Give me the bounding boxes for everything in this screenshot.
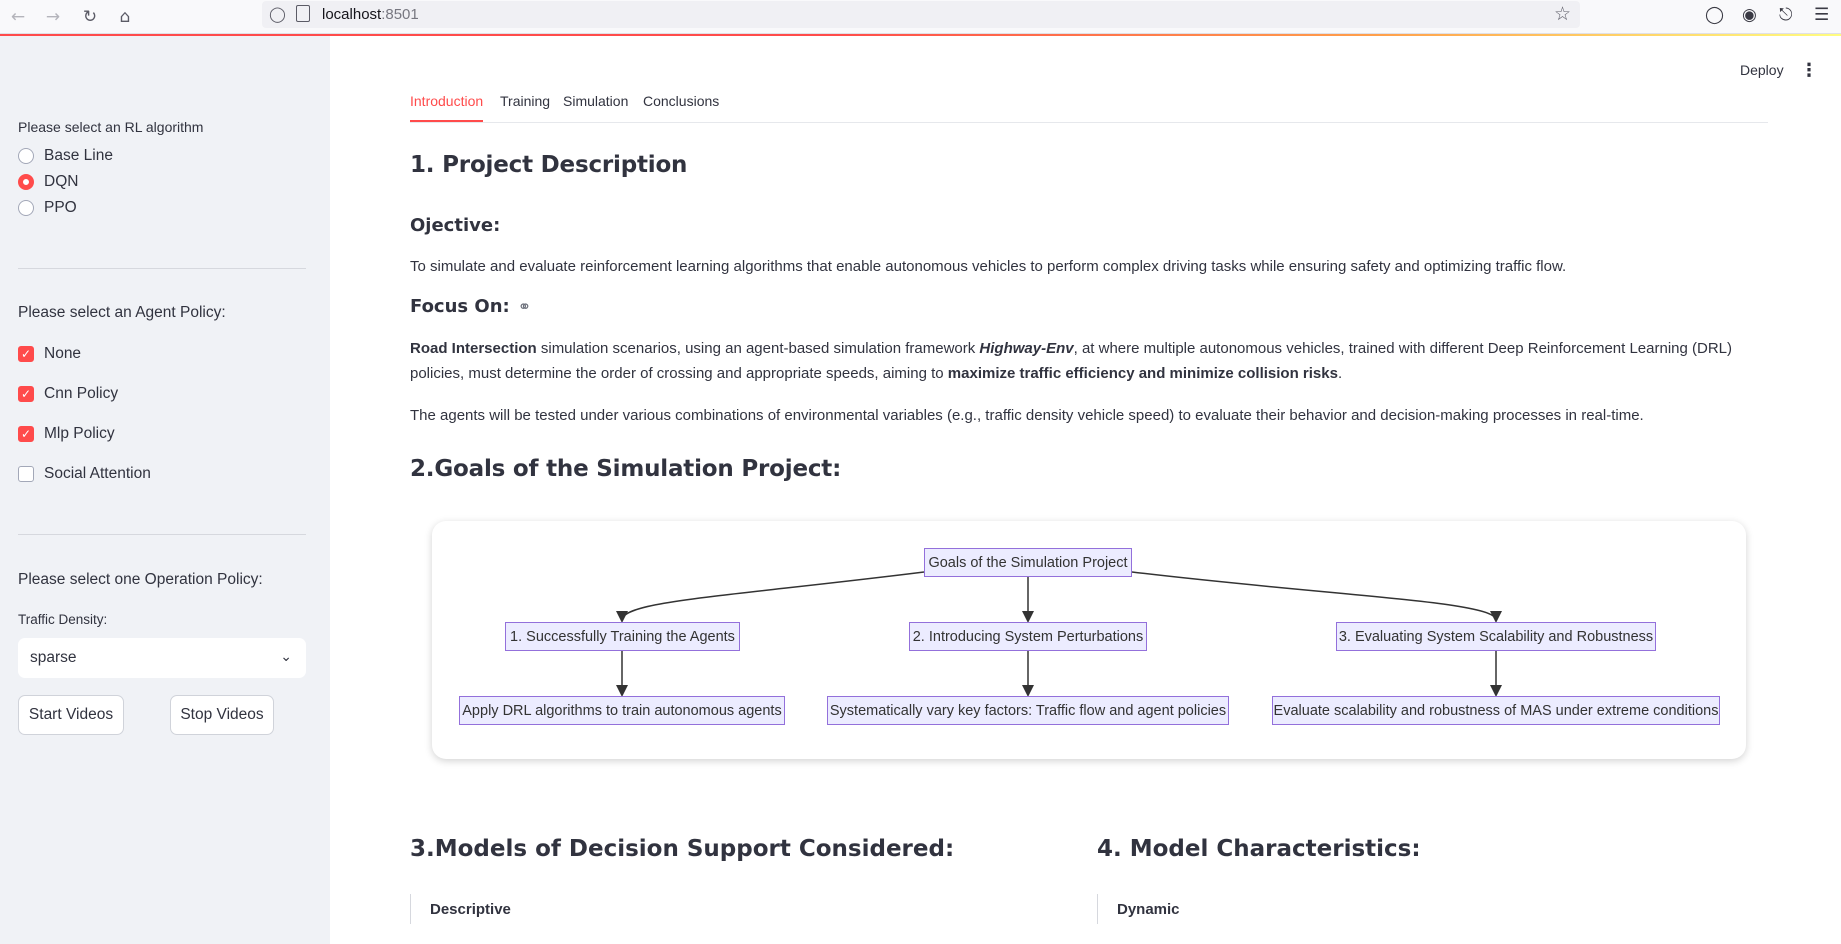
account-icon[interactable]: ◉	[1742, 5, 1757, 25]
model-item: Descriptive	[410, 894, 511, 924]
bookmark-star-icon[interactable]: ☆	[1554, 3, 1571, 25]
diagram-detail-node: Evaluate scalability and robustness of M…	[1272, 696, 1720, 725]
checkbox-box[interactable]	[18, 466, 34, 482]
sidebar-divider	[18, 268, 306, 269]
radio-ppo[interactable]: PPO	[18, 199, 77, 217]
diagram-detail-node: Apply DRL algorithms to train autonomous…	[459, 696, 785, 725]
checkbox-label: Mlp Policy	[44, 425, 115, 442]
stop-videos-button[interactable]: Stop Videos	[170, 695, 274, 735]
tab-simulation[interactable]: Simulation	[563, 93, 628, 109]
extensions-icon[interactable]: ⎋	[1779, 5, 1792, 25]
radio-button[interactable]	[18, 174, 34, 190]
focus-text: Road Intersection simulation scenarios, …	[410, 340, 1733, 382]
characteristic-item: Dynamic	[1097, 894, 1180, 924]
checkbox-none[interactable]: ✓ None	[18, 345, 81, 363]
sidebar-divider	[18, 534, 306, 535]
goals-diagram: Goals of the Simulation Project 1. Succe…	[432, 521, 1746, 759]
page-icon	[296, 5, 310, 22]
pocket-icon[interactable]: ◯	[1705, 5, 1724, 25]
start-videos-button[interactable]: Start Videos	[18, 695, 124, 735]
radio-label: PPO	[44, 199, 77, 216]
radio-label: DQN	[44, 173, 79, 190]
tab-conclusions[interactable]: Conclusions	[643, 93, 719, 109]
menu-icon[interactable]: ☰	[1814, 5, 1829, 25]
browser-toolbar: ← → ↻ ⌂ ◯ localhost:8501 ☆ ◯ ◉ ⎋ ☰	[0, 0, 1841, 34]
more-options-icon[interactable]: ⋮	[1800, 60, 1818, 81]
section-title: 2.Goals of the Simulation Project:	[410, 456, 842, 482]
radio-label: Base Line	[44, 147, 113, 164]
checkbox-label: Cnn Policy	[44, 385, 119, 402]
radio-dqn[interactable]: DQN	[18, 173, 78, 191]
radio-button[interactable]	[18, 200, 34, 216]
reload-icon[interactable]: ↻	[78, 5, 102, 29]
checkbox-social-attention[interactable]: Social Attention	[18, 465, 151, 483]
check-icon[interactable]: ✓	[18, 386, 34, 402]
link-icon[interactable]: ⚭	[518, 297, 531, 316]
checkbox-cnn-policy[interactable]: ✓ Cnn Policy	[18, 385, 118, 403]
diagram-root-node: Goals of the Simulation Project	[924, 548, 1132, 577]
check-icon[interactable]: ✓	[18, 426, 34, 442]
url-bar[interactable]	[262, 1, 1580, 28]
section-title: 4. Model Characteristics:	[1097, 836, 1421, 862]
traffic-density-select[interactable]: sparse ⌄	[18, 638, 306, 678]
chevron-down-icon: ⌄	[280, 648, 292, 664]
objective-text: To simulate and evaluate reinforcement l…	[410, 258, 1567, 275]
agent-policy-label: Please select an Agent Policy:	[18, 304, 226, 321]
radio-button[interactable]	[18, 148, 34, 164]
back-icon[interactable]: ←	[6, 5, 30, 29]
tab-introduction[interactable]: Introduction	[410, 93, 483, 109]
section-title: 3.Models of Decision Support Considered:	[410, 836, 955, 862]
url-text[interactable]: localhost:8501	[322, 6, 419, 23]
diagram-goal-node: 1. Successfully Training the Agents	[505, 622, 740, 651]
select-value: sparse	[30, 649, 77, 666]
active-tab-indicator	[410, 120, 483, 122]
focus-heading: Focus On: ⚭	[410, 296, 532, 317]
checkbox-mlp-policy[interactable]: ✓ Mlp Policy	[18, 425, 115, 443]
agents-text: The agents will be tested under various …	[410, 407, 1644, 424]
home-icon[interactable]: ⌂	[113, 5, 137, 29]
objective-heading: Ojective:	[410, 215, 501, 236]
tab-training[interactable]: Training	[500, 93, 550, 109]
checkbox-label: None	[44, 345, 82, 362]
traffic-density-label: Traffic Density:	[18, 612, 108, 627]
rl-algorithm-label: Please select an RL algorithm	[18, 119, 204, 135]
edge-root-goal3	[1131, 571, 1502, 623]
forward-icon[interactable]: →	[41, 5, 65, 29]
operation-policy-label: Please select one Operation Policy:	[18, 571, 263, 588]
diagram-goal-node: 3. Evaluating System Scalability and Rob…	[1336, 622, 1656, 651]
checkbox-label: Social Attention	[44, 465, 151, 482]
check-icon[interactable]: ✓	[18, 346, 34, 362]
diagram-detail-node: Systematically vary key factors: Traffic…	[827, 696, 1229, 725]
diagram-goal-node: 2. Introducing System Perturbations	[909, 622, 1147, 651]
edge-root-goal1	[616, 571, 925, 623]
deploy-button[interactable]: Deploy	[1740, 62, 1784, 78]
section-title: 1. Project Description	[410, 152, 688, 178]
radio-base-line[interactable]: Base Line	[18, 147, 113, 165]
tab-bar: Introduction Training Simulation Conclus…	[410, 86, 1768, 123]
shield-icon[interactable]: ◯	[269, 5, 286, 23]
